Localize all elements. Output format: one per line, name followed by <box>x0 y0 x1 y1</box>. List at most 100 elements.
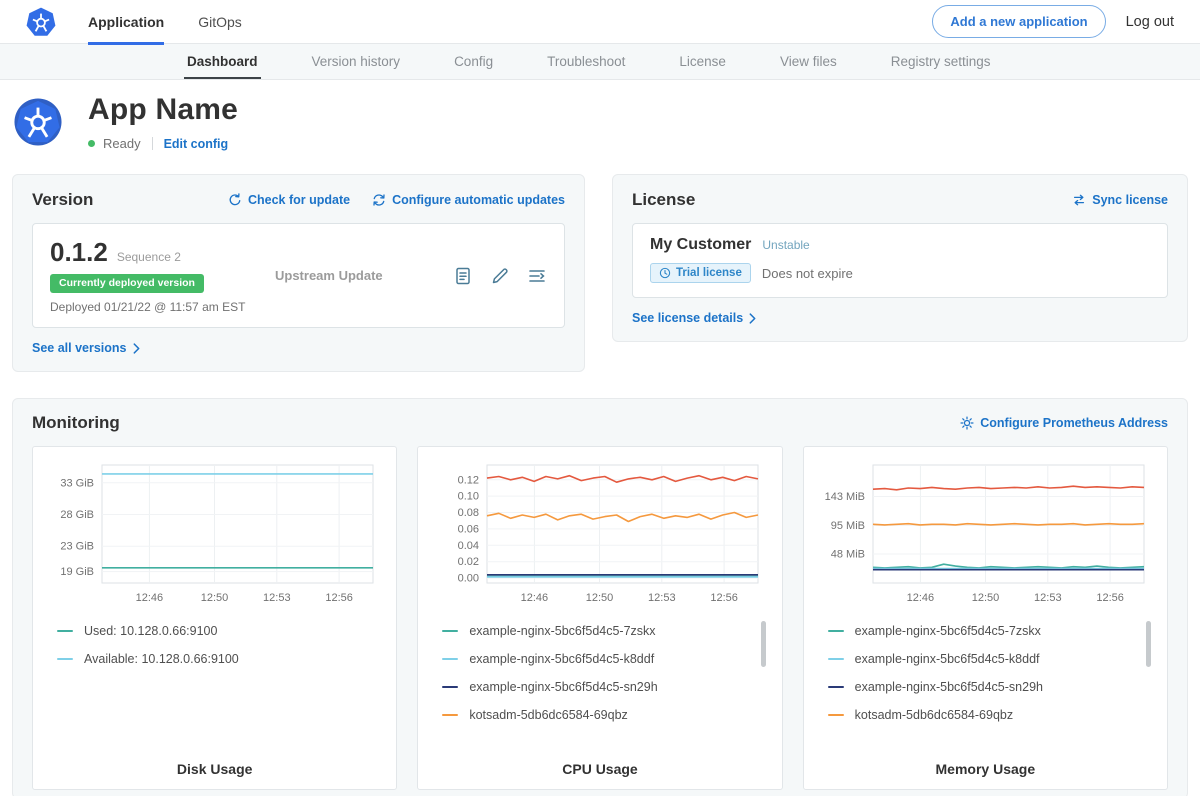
configure-prometheus-link[interactable]: Configure Prometheus Address <box>960 416 1168 430</box>
legend-item: Available: 10.128.0.66:9100 <box>57 645 368 673</box>
chart-plot: 12:4612:5012:5312:5633 GiB28 GiB23 GiB19… <box>41 457 388 609</box>
legend-swatch <box>57 630 73 632</box>
version-source-label: Upstream Update <box>275 268 383 283</box>
license-channel: Unstable <box>762 238 809 252</box>
kubernetes-logo-icon[interactable] <box>26 7 56 37</box>
legend-label: example-nginx-5bc6f5d4c5-sn29h <box>855 680 1043 694</box>
legend-label: example-nginx-5bc6f5d4c5-k8ddf <box>469 652 654 666</box>
tab-application[interactable]: Application <box>88 0 164 44</box>
svg-text:12:56: 12:56 <box>325 592 353 604</box>
edit-config-link[interactable]: Edit config <box>164 137 229 151</box>
status-divider <box>152 137 153 150</box>
svg-text:0.00: 0.00 <box>458 573 479 585</box>
legend-swatch <box>442 714 458 716</box>
ready-status-dot <box>88 140 95 147</box>
app-header: App Name Ready Edit config <box>0 80 1200 166</box>
chart-title: Memory Usage <box>812 753 1159 777</box>
subtab-troubleshoot[interactable]: Troubleshoot <box>520 44 652 79</box>
svg-text:0.08: 0.08 <box>458 507 479 519</box>
charts-row: 12:4612:5012:5312:5633 GiB28 GiB23 GiB19… <box>32 446 1168 790</box>
see-all-versions-link[interactable]: See all versions <box>32 341 140 355</box>
legend-item: kotsadm-5db6dc6584-69qbz <box>828 701 1139 729</box>
deployed-timestamp: Deployed 01/21/22 @ 11:57 am EST <box>50 300 275 314</box>
svg-text:12:56: 12:56 <box>1096 592 1124 604</box>
svg-text:12:53: 12:53 <box>1034 592 1062 604</box>
legend-label: Used: 10.128.0.66:9100 <box>84 624 217 638</box>
legend-item: example-nginx-5bc6f5d4c5-7zskx <box>442 617 753 645</box>
svg-text:12:46: 12:46 <box>906 592 934 604</box>
legend-scrollbar[interactable] <box>1146 621 1151 667</box>
summary-cards-row: Version Check for update <box>0 174 1200 372</box>
chart-plot: 12:46 12:50 12:53 12:56 143 MiB 95 MiB 48 MiB <box>812 457 1159 609</box>
version-number: 0.1.2 <box>50 237 108 268</box>
chart-title: Disk Usage <box>41 753 388 777</box>
svg-text:12:53: 12:53 <box>649 592 677 604</box>
svg-text:95 MiB: 95 MiB <box>831 520 865 532</box>
svg-text:0.10: 0.10 <box>458 491 479 503</box>
subtab-view-files-label: View files <box>780 54 837 69</box>
license-panel-title: License <box>632 190 695 210</box>
subtab-dashboard[interactable]: Dashboard <box>160 44 285 79</box>
deploy-logs-icon[interactable] <box>527 266 547 286</box>
svg-text:143 MiB: 143 MiB <box>824 491 864 503</box>
sync-license-link[interactable]: Sync license <box>1072 193 1168 207</box>
edit-config-icon[interactable] <box>490 266 510 286</box>
legend-item: example-nginx-5bc6f5d4c5-7zskx <box>828 617 1139 645</box>
legend-item: Used: 10.128.0.66:9100 <box>57 617 368 645</box>
legend-label: kotsadm-5db6dc6584-69qbz <box>469 708 627 722</box>
license-panel-head: License Sync license <box>632 190 1168 210</box>
legend-item: example-nginx-5bc6f5d4c5-sn29h <box>828 673 1139 701</box>
add-application-button[interactable]: Add a new application <box>932 5 1105 38</box>
license-card: My Customer Unstable Trial license Does … <box>632 223 1168 298</box>
ready-status-text: Ready <box>103 136 141 151</box>
see-all-versions-label: See all versions <box>32 341 127 355</box>
memory-usage-chart-card: 12:4612:5012:5312:56143 MiB95 MiB48 MiB … <box>803 446 1168 790</box>
logout-button[interactable]: Log out <box>1126 14 1174 30</box>
legend-item: example-nginx-5bc6f5d4c5-k8ddf <box>828 645 1139 673</box>
legend-swatch <box>442 630 458 632</box>
configure-automatic-updates-label: Configure automatic updates <box>392 193 565 207</box>
subtab-license[interactable]: License <box>652 44 753 79</box>
svg-text:12:46: 12:46 <box>521 592 549 604</box>
subtab-view-files[interactable]: View files <box>753 44 864 79</box>
version-panel: Version Check for update <box>12 174 585 372</box>
deployed-badge: Currently deployed version <box>50 274 204 293</box>
chart-title: CPU Usage <box>426 753 773 777</box>
trial-license-badge: Trial license <box>650 263 751 283</box>
tab-gitops-label: GitOps <box>198 14 242 30</box>
legend-label: Available: 10.128.0.66:9100 <box>84 652 239 666</box>
svg-text:48 MiB: 48 MiB <box>831 549 865 561</box>
svg-text:0.06: 0.06 <box>458 523 479 535</box>
monitoring-panel: Monitoring Configure Prometheus Address … <box>12 398 1188 796</box>
version-panel-title: Version <box>32 190 93 210</box>
legend-swatch <box>828 658 844 660</box>
release-notes-icon[interactable] <box>453 266 473 286</box>
configure-automatic-updates-link[interactable]: Configure automatic updates <box>372 193 565 207</box>
sync-icon <box>1072 193 1086 207</box>
version-info: 0.1.2 Sequence 2 Currently deployed vers… <box>50 237 275 314</box>
app-status-row: Ready Edit config <box>88 136 238 151</box>
subtab-license-label: License <box>679 54 726 69</box>
legend-swatch <box>442 686 458 688</box>
legend-swatch <box>828 714 844 716</box>
subtab-registry-settings[interactable]: Registry settings <box>864 44 1018 79</box>
subtab-version-history[interactable]: Version history <box>285 44 428 79</box>
customer-name: My Customer <box>650 236 751 254</box>
monitoring-title: Monitoring <box>32 413 120 433</box>
sync-license-label: Sync license <box>1092 193 1168 207</box>
check-for-update-link[interactable]: Check for update <box>228 193 350 207</box>
see-license-details-link[interactable]: See license details <box>632 311 756 325</box>
app-header-text: App Name Ready Edit config <box>88 93 238 151</box>
svg-text:12:46: 12:46 <box>136 592 164 604</box>
svg-text:12:50: 12:50 <box>201 592 229 604</box>
configure-prometheus-label: Configure Prometheus Address <box>980 416 1168 430</box>
chart-legend: example-nginx-5bc6f5d4c5-7zskx example-ng… <box>812 609 1159 729</box>
tab-gitops[interactable]: GitOps <box>198 0 242 44</box>
monitoring-head: Monitoring Configure Prometheus Address <box>32 413 1168 433</box>
legend-label: example-nginx-5bc6f5d4c5-k8ddf <box>855 652 1040 666</box>
legend-label: example-nginx-5bc6f5d4c5-7zskx <box>469 624 655 638</box>
subtab-config[interactable]: Config <box>427 44 520 79</box>
subtab-registry-settings-label: Registry settings <box>891 54 991 69</box>
svg-text:12:50: 12:50 <box>972 592 1000 604</box>
legend-scrollbar[interactable] <box>761 621 766 667</box>
